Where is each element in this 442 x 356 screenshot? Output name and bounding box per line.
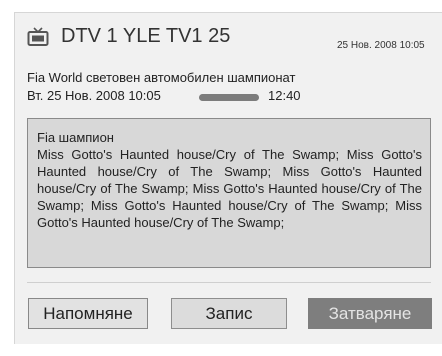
program-progress-fill xyxy=(199,94,259,101)
tv-icon xyxy=(27,27,49,47)
program-title: Fia World световен автомобилен шампионат xyxy=(27,70,296,85)
program-start-time: Вт. 25 Нов. 2008 10:05 xyxy=(27,88,161,103)
description-title: Fia шампион xyxy=(37,130,114,145)
remind-button[interactable]: Напомняне xyxy=(28,298,148,329)
description-box: Fia шампион Miss Gotto's Haunted house/C… xyxy=(27,118,431,268)
close-button[interactable]: Затваряне xyxy=(308,298,432,329)
dialog-header: DTV 1 YLE TV1 25 25 Нов. 2008 10:05 xyxy=(15,13,442,61)
program-info-dialog: DTV 1 YLE TV1 25 25 Нов. 2008 10:05 Fia … xyxy=(14,12,442,344)
record-button[interactable]: Запис xyxy=(171,298,287,329)
program-end-time: 12:40 xyxy=(268,88,301,103)
program-progress-bar xyxy=(199,94,259,101)
description-text: Miss Gotto's Haunted house/Cry of The Sw… xyxy=(37,147,422,230)
channel-title: DTV 1 YLE TV1 25 xyxy=(61,25,231,47)
divider xyxy=(27,282,431,283)
header-datetime: 25 Нов. 2008 10:05 xyxy=(337,40,425,51)
program-time-row: Вт. 25 Нов. 2008 10:05 12:40 xyxy=(27,88,427,106)
